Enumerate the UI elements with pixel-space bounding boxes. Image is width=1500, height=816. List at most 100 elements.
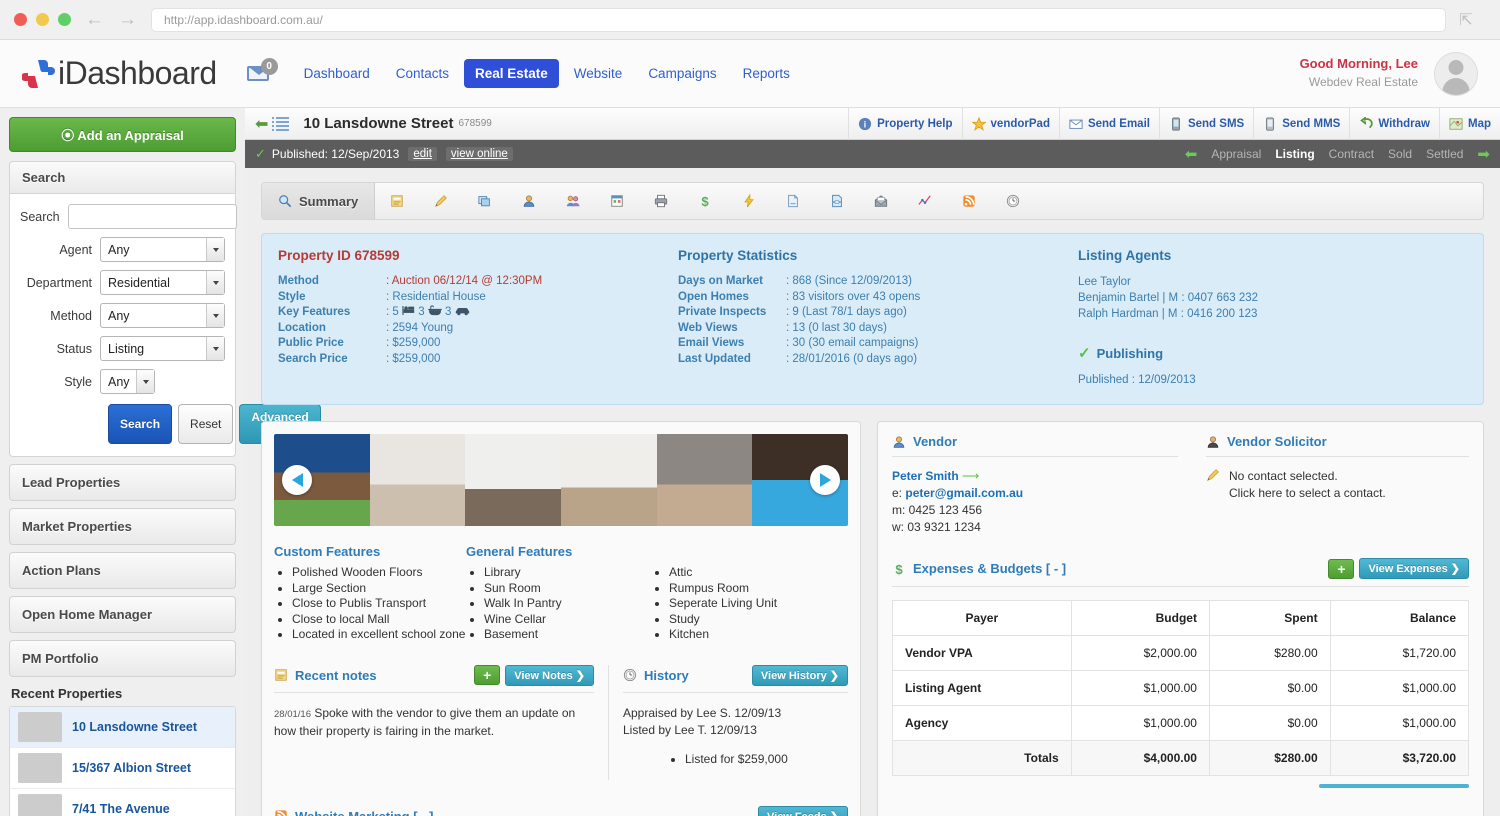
- solicitor-empty-state[interactable]: No contact selected. Click here to selec…: [1206, 468, 1469, 502]
- tab-clock[interactable]: [991, 183, 1035, 219]
- tab-photos[interactable]: [463, 183, 507, 219]
- tab-rss[interactable]: [947, 183, 991, 219]
- list-item[interactable]: 10 Lansdowne Street: [10, 707, 235, 748]
- add-appraisal-label: Add an Appraisal: [77, 128, 184, 143]
- list-item[interactable]: 7/41 The Avenue: [10, 789, 235, 816]
- stage-listing[interactable]: Listing: [1275, 147, 1314, 161]
- stat-row-open-homes: Open Homes : 83 visitors over 43 opens: [678, 290, 1078, 306]
- tab-print[interactable]: [639, 183, 683, 219]
- tab-notes[interactable]: [375, 183, 419, 219]
- view-history-button[interactable]: View History ❯: [751, 664, 848, 686]
- carousel-slide[interactable]: [369, 434, 466, 526]
- forward-arrow-icon[interactable]: →: [118, 10, 137, 29]
- add-note-button[interactable]: +: [474, 665, 501, 685]
- vendorpad-button[interactable]: vendorPad: [961, 107, 1059, 140]
- send-email-button[interactable]: Send Email: [1058, 107, 1159, 140]
- close-window-button[interactable]: [14, 13, 27, 26]
- nav-dashboard[interactable]: Dashboard: [293, 59, 381, 88]
- app-logo[interactable]: iDashboard: [22, 55, 217, 92]
- stage-sold[interactable]: Sold: [1388, 147, 1412, 161]
- expenses-title: Expenses & Budgets [ - ]: [913, 561, 1067, 576]
- view-online-link[interactable]: view online: [445, 147, 513, 161]
- sidebar-item-action-plans[interactable]: Action Plans: [9, 552, 236, 589]
- edit-link[interactable]: edit: [408, 147, 437, 161]
- stat-value: : 30 (30 email campaigns): [786, 337, 919, 349]
- tab-edit[interactable]: [419, 183, 463, 219]
- table-row[interactable]: Listing Agent $1,000.00 $0.00 $1,000.00: [892, 670, 1470, 706]
- sidebar-item-pm-portfolio[interactable]: PM Portfolio: [9, 640, 236, 677]
- reset-button[interactable]: Reset: [178, 404, 234, 444]
- nav-real-estate[interactable]: Real Estate: [463, 59, 559, 88]
- stat-row-last-updated: Last Updated : 28/01/2016 (0 days ago): [678, 352, 1078, 368]
- style-select[interactable]: Any: [100, 369, 155, 394]
- table-row[interactable]: Vendor VPA $2,000.00 $280.00 $1,720.00: [892, 635, 1470, 671]
- search-button[interactable]: Search: [108, 404, 173, 444]
- stage-settled[interactable]: Settled: [1426, 147, 1463, 161]
- partially-visible-button[interactable]: [1319, 784, 1469, 788]
- nav-campaigns[interactable]: Campaigns: [637, 59, 727, 88]
- tab-mail-open[interactable]: [859, 183, 903, 219]
- department-select[interactable]: Residential: [100, 270, 225, 295]
- tab-calendar[interactable]: [595, 183, 639, 219]
- search-input[interactable]: [67, 204, 237, 229]
- sidebar-item-open-home-manager[interactable]: Open Home Manager: [9, 596, 236, 633]
- agent-value: Any: [108, 242, 130, 257]
- carousel-previous-button[interactable]: [282, 465, 312, 495]
- tab-document[interactable]: [771, 183, 815, 219]
- body: ⦿ Add an Appraisal Search Search Agent A…: [0, 107, 1500, 816]
- next-stage-arrow-icon[interactable]: ➡: [1477, 145, 1490, 163]
- vendor-email-link[interactable]: peter@gmail.com.au: [905, 486, 1023, 500]
- bed-icon: [402, 306, 415, 315]
- send-sms-button[interactable]: Send SMS: [1158, 107, 1253, 140]
- property-help-button[interactable]: i Property Help: [848, 107, 961, 140]
- nav-reports[interactable]: Reports: [732, 59, 801, 88]
- property-statistics-column: Property Statistics Days on Market : 868…: [678, 248, 1078, 386]
- stage-contract[interactable]: Contract: [1329, 147, 1374, 161]
- table-row[interactable]: Agency $1,000.00 $0.00 $1,000.00: [892, 705, 1470, 741]
- tab-chart[interactable]: [903, 183, 947, 219]
- agent-select[interactable]: Any: [100, 237, 225, 262]
- tab-contact[interactable]: [507, 183, 551, 219]
- carousel-slide[interactable]: [561, 434, 657, 526]
- view-expenses-button[interactable]: View Expenses ❯: [1359, 558, 1469, 579]
- withdraw-button[interactable]: Withdraw: [1349, 107, 1439, 140]
- stat-row-email-views: Email Views : 30 (30 email campaigns): [678, 336, 1078, 352]
- sidebar-item-market-properties[interactable]: Market Properties: [9, 508, 236, 545]
- view-feeds-button[interactable]: View Feeds ❯: [758, 805, 848, 816]
- vendor-details: Peter Smith ⟶ e: peter@gmail.com.au m: 0…: [892, 468, 1178, 536]
- minimize-window-button[interactable]: [36, 13, 49, 26]
- tab-document-code[interactable]: <>: [815, 183, 859, 219]
- tab-summary[interactable]: Summary: [262, 183, 376, 219]
- list-item[interactable]: 15/367 Albion Street: [10, 748, 235, 789]
- method-select[interactable]: Any: [100, 303, 225, 328]
- nav-contacts[interactable]: Contacts: [385, 59, 460, 88]
- map-button[interactable]: Map: [1439, 107, 1500, 140]
- carousel-slide[interactable]: [465, 434, 562, 526]
- previous-stage-arrow-icon[interactable]: ⬅: [1185, 145, 1198, 163]
- stage-appraisal[interactable]: Appraisal: [1211, 147, 1261, 161]
- carousel-next-button[interactable]: [810, 465, 840, 495]
- history-block: History View History ❯ Appraised by Lee …: [609, 664, 848, 780]
- dollar-icon: $: [895, 562, 903, 576]
- messages-button[interactable]: 0: [246, 58, 278, 81]
- sidebar-item-lead-properties[interactable]: Lead Properties: [9, 464, 236, 501]
- add-appraisal-button[interactable]: ⦿ Add an Appraisal: [9, 117, 236, 152]
- tab-financials[interactable]: $: [683, 183, 727, 219]
- address-bar[interactable]: http://app.idashboard.com.au/: [151, 7, 1446, 32]
- recent-property-label: 10 Lansdowne Street: [72, 720, 198, 734]
- send-mms-button[interactable]: Send MMS: [1253, 107, 1349, 140]
- back-arrow-icon[interactable]: ⬅: [255, 114, 268, 134]
- carousel-slide[interactable]: [656, 434, 753, 526]
- add-expense-button[interactable]: +: [1328, 558, 1355, 579]
- avatar[interactable]: [1434, 51, 1478, 96]
- tab-contacts-group[interactable]: [551, 183, 595, 219]
- maximize-window-button[interactable]: [58, 13, 71, 26]
- tab-actions[interactable]: [727, 183, 771, 219]
- status-select[interactable]: Listing: [100, 336, 225, 361]
- expand-icon[interactable]: ⇱: [1446, 10, 1486, 30]
- view-notes-button[interactable]: View Notes ❯: [505, 664, 594, 686]
- nav-website[interactable]: Website: [563, 59, 634, 88]
- vendor-name-row[interactable]: Peter Smith ⟶: [892, 468, 1178, 485]
- list-view-icon[interactable]: [272, 116, 290, 131]
- back-arrow-icon[interactable]: ←: [85, 10, 104, 29]
